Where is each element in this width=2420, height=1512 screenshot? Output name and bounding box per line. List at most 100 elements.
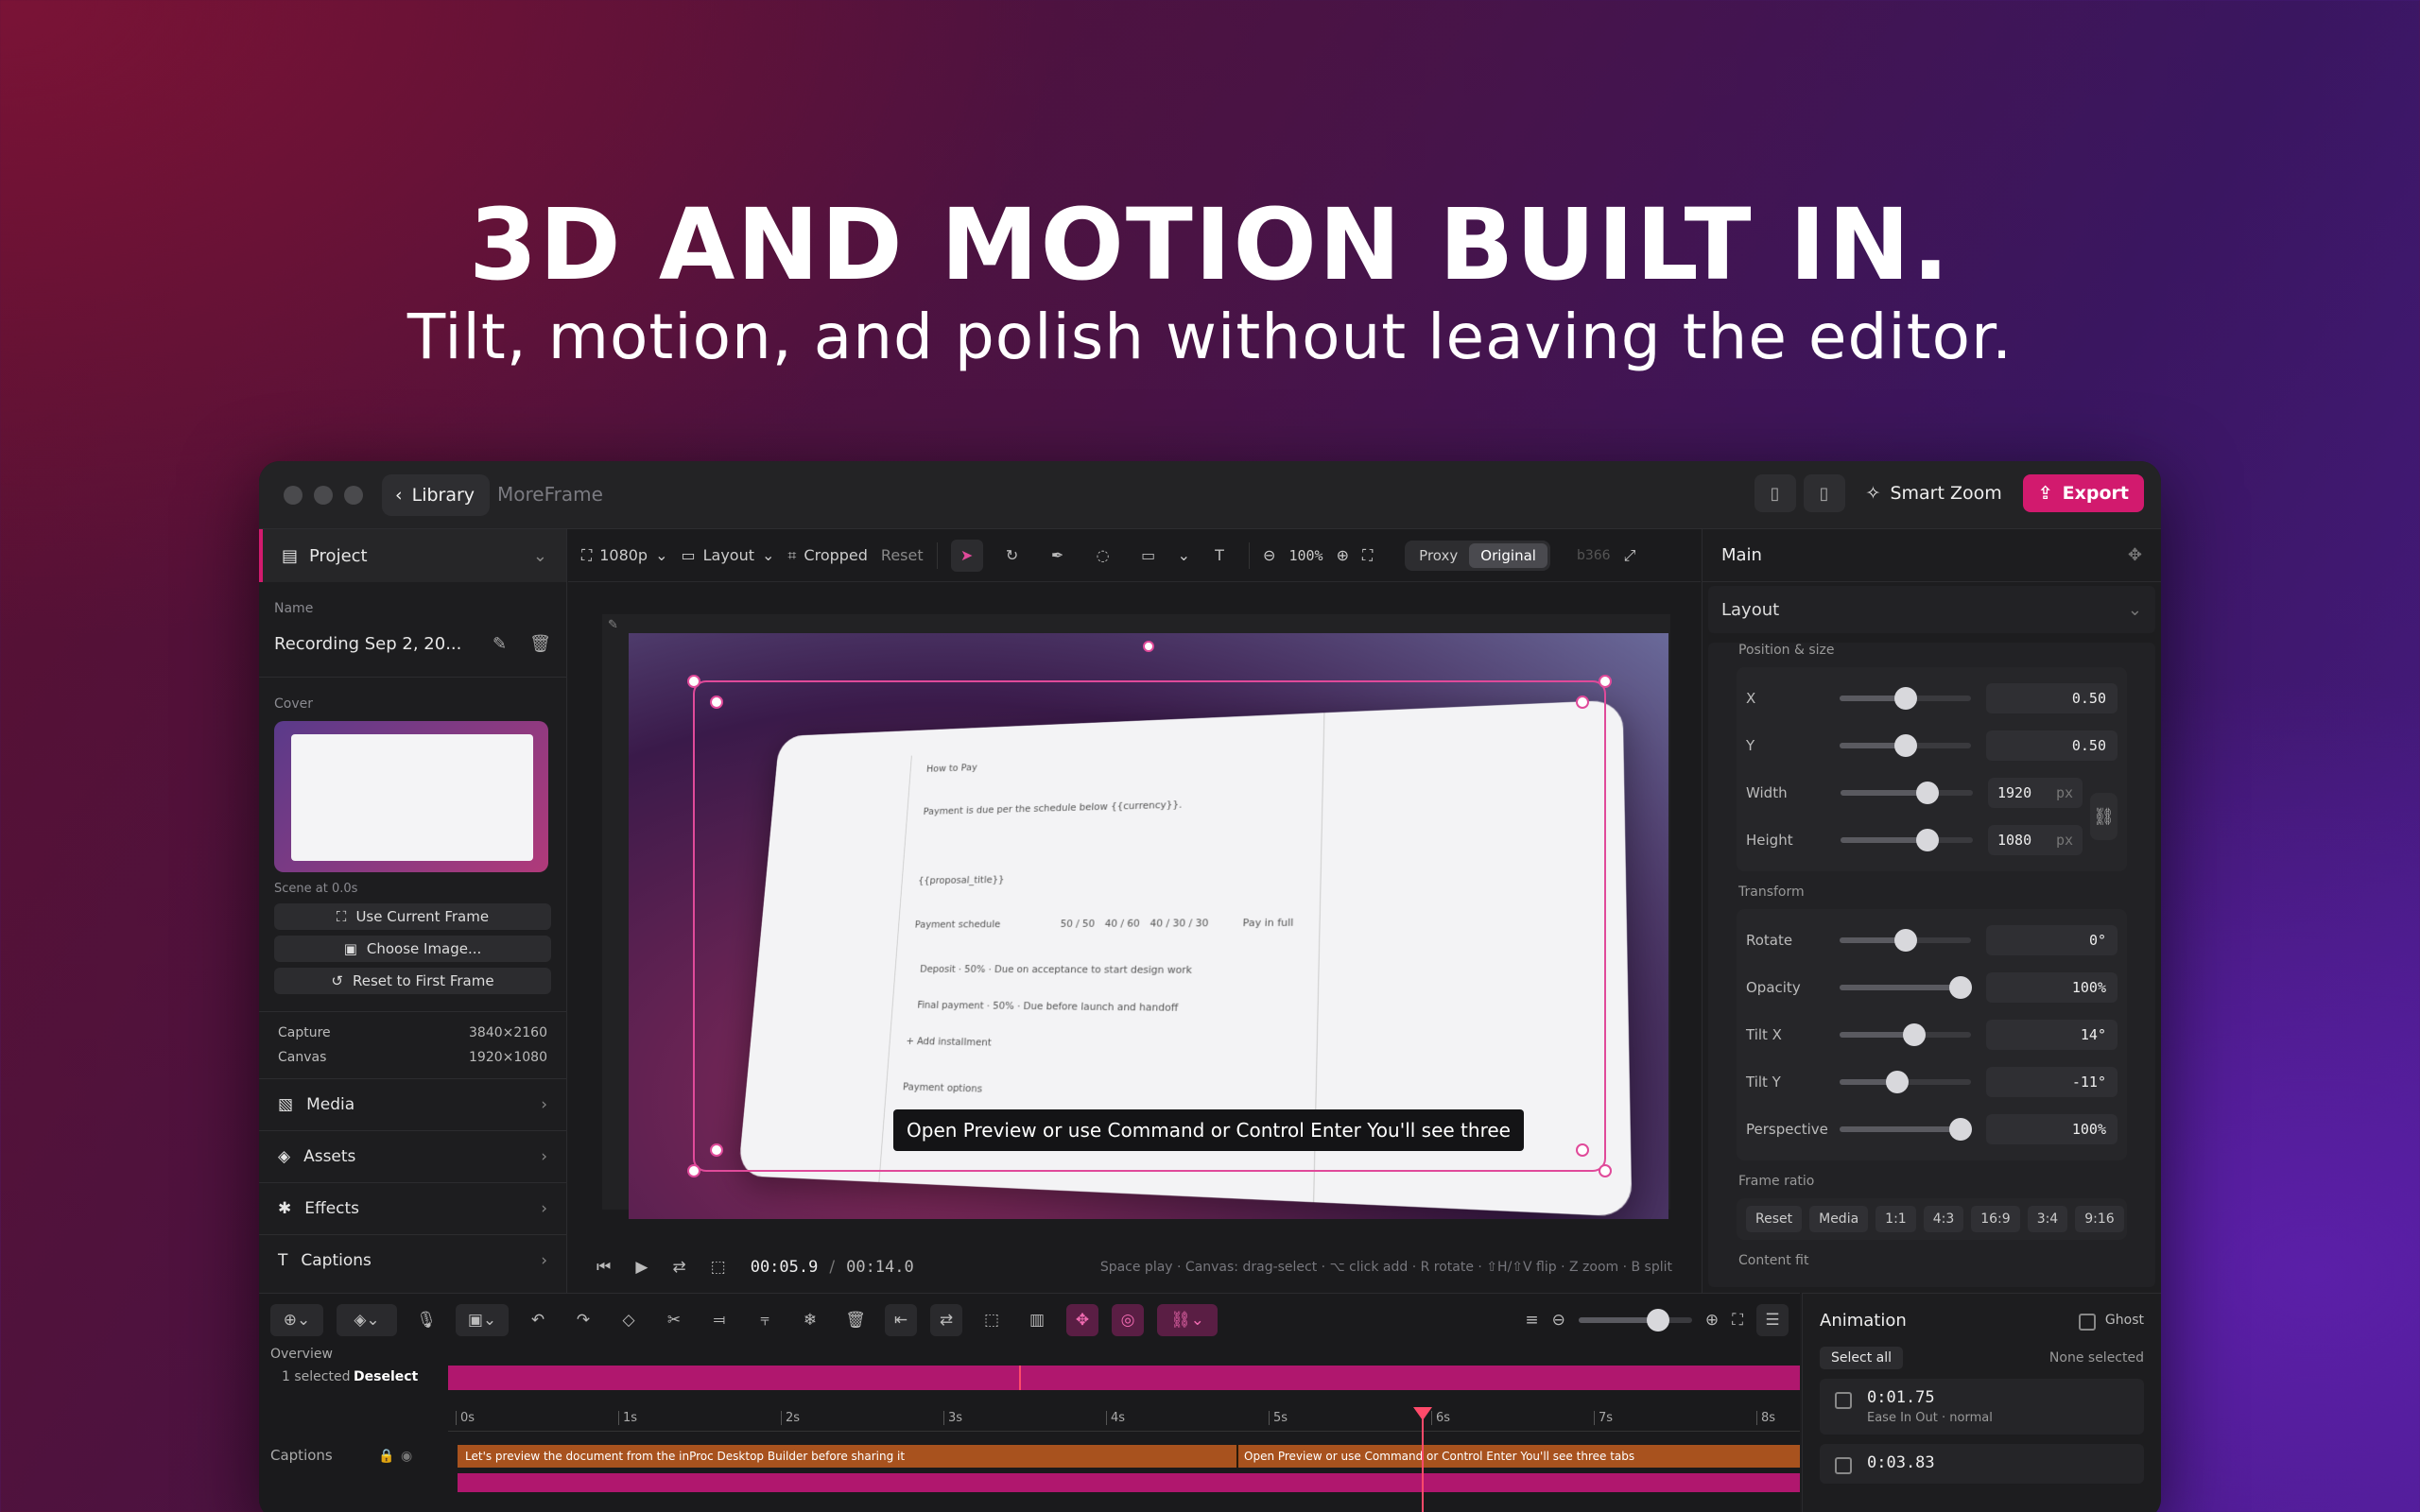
- record-audio-button[interactable]: 🎙: [410, 1304, 442, 1336]
- zoom-in-icon[interactable]: ⊕: [1337, 546, 1349, 564]
- keyframe-checkbox[interactable]: [1835, 1457, 1852, 1474]
- columns-button[interactable]: ▥: [1021, 1304, 1053, 1336]
- layout-dropdown[interactable]: ▭ Layout ⌄: [681, 546, 774, 564]
- ratio-3-4-button[interactable]: 3:4: [2028, 1206, 2068, 1232]
- corner-radius-handle[interactable]: [1576, 1143, 1589, 1157]
- layers-dropdown[interactable]: ◈⌄: [337, 1304, 397, 1336]
- resolution-dropdown[interactable]: ⛶ 1080p ⌄: [581, 546, 667, 565]
- eye-icon[interactable]: ◉: [401, 1449, 412, 1464]
- undo-button[interactable]: ↶: [522, 1304, 554, 1336]
- marker-dropdown[interactable]: ▣⌄: [456, 1304, 509, 1336]
- close-window-button[interactable]: [284, 486, 302, 505]
- play-icon[interactable]: ▶: [635, 1258, 648, 1277]
- text-tool-button[interactable]: T: [1203, 540, 1236, 572]
- zoom-in-icon[interactable]: ⊕: [1705, 1311, 1719, 1330]
- keyframe-item[interactable]: 0:01.75 Ease In Out · normal: [1820, 1379, 2144, 1435]
- reset-crop-button[interactable]: Reset: [881, 546, 924, 564]
- rotate-slider[interactable]: [1840, 937, 1971, 943]
- smart-zoom-button[interactable]: ✧ Smart Zoom: [1853, 474, 2015, 512]
- project-section-header[interactable]: ▤ Project ⌄: [259, 529, 566, 582]
- y-slider[interactable]: [1840, 743, 1971, 748]
- toggle-list-button[interactable]: ☰: [1756, 1304, 1789, 1336]
- y-input[interactable]: 0.50: [1986, 730, 2118, 761]
- caption-clip-2[interactable]: Open Preview or use Command or Control E…: [1244, 1450, 1634, 1463]
- selection-icon[interactable]: ⬚: [711, 1258, 726, 1277]
- ratio-reset-button[interactable]: Reset: [1746, 1206, 1802, 1232]
- timeline-zoom-slider[interactable]: [1579, 1317, 1692, 1323]
- ratio-4-3-button[interactable]: 4:3: [1924, 1206, 1964, 1232]
- height-slider[interactable]: [1841, 837, 1973, 843]
- chevron-down-icon[interactable]: ⌄: [1178, 546, 1190, 564]
- split-button[interactable]: ✂: [658, 1304, 690, 1336]
- zoom-out-icon[interactable]: ⊖: [1552, 1311, 1565, 1330]
- jump-start-button[interactable]: ⇤: [885, 1304, 917, 1336]
- pencil-icon[interactable]: ✎: [493, 634, 507, 654]
- x-slider[interactable]: [1840, 696, 1971, 701]
- move-icon[interactable]: ✥: [2128, 545, 2142, 565]
- toggle-left-sidebar-button[interactable]: ▯: [1754, 474, 1796, 512]
- minimize-window-button[interactable]: [314, 486, 333, 505]
- tilt-y-input[interactable]: -11°: [1986, 1067, 2118, 1097]
- fullscreen-icon[interactable]: ⤢: [1624, 546, 1636, 565]
- effects-section[interactable]: ✱ Effects ›: [259, 1182, 566, 1234]
- video-track[interactable]: [458, 1473, 1800, 1492]
- selection-frame[interactable]: [693, 680, 1606, 1172]
- keyframe-button[interactable]: ◇: [613, 1304, 645, 1336]
- perspective-slider[interactable]: [1840, 1126, 1971, 1132]
- zoom-dropdown[interactable]: ⊕⌄: [270, 1304, 323, 1336]
- crop-button[interactable]: ⌗ Cropped: [787, 546, 868, 565]
- pointer-tool-button[interactable]: ➤: [951, 540, 983, 572]
- x-input[interactable]: 0.50: [1986, 683, 2118, 713]
- deselect-button[interactable]: Deselect: [354, 1369, 418, 1384]
- resize-handle[interactable]: [1599, 1164, 1612, 1177]
- playhead[interactable]: [1422, 1407, 1424, 1512]
- reset-first-frame-button[interactable]: ↺ Reset to First Frame: [274, 968, 551, 994]
- select-all-button[interactable]: Select all: [1820, 1347, 1903, 1369]
- lock-icon[interactable]: 🔒: [378, 1449, 394, 1464]
- opacity-input[interactable]: 100%: [1986, 972, 2118, 1003]
- layout-section-header[interactable]: Layout ⌄: [1708, 586, 2155, 633]
- tilt-x-input[interactable]: 14°: [1986, 1020, 2118, 1050]
- original-option[interactable]: Original: [1469, 543, 1547, 568]
- keyframe-checkbox[interactable]: [1835, 1392, 1852, 1409]
- width-input[interactable]: 1920 px: [1988, 778, 2083, 808]
- caption-overlay[interactable]: Open Preview or use Command or Control E…: [893, 1109, 1524, 1151]
- ratio-16-9-button[interactable]: 16:9: [1971, 1206, 2019, 1232]
- shape-tool-button[interactable]: ▭: [1132, 540, 1165, 572]
- ghost-checkbox[interactable]: [2079, 1314, 2096, 1331]
- aspect-lock-button[interactable]: ⛓: [2090, 793, 2118, 840]
- overview-track[interactable]: [448, 1366, 1800, 1390]
- rotate-handle[interactable]: [1143, 641, 1154, 652]
- trash-icon[interactable]: 🗑: [529, 634, 551, 654]
- preview-canvas[interactable]: How to Pay Payment is due per the schedu…: [629, 633, 1668, 1219]
- rotate-input[interactable]: 0°: [1986, 925, 2118, 955]
- link-dropdown[interactable]: ⛓⌄: [1157, 1304, 1218, 1336]
- selection-button[interactable]: ⬚: [976, 1304, 1008, 1336]
- captions-section[interactable]: T Captions ›: [259, 1234, 566, 1286]
- project-name-value[interactable]: Recording Sep 2, 20...: [274, 634, 461, 654]
- tilt-y-slider[interactable]: [1840, 1079, 1971, 1085]
- align-button[interactable]: ⫤: [703, 1304, 735, 1336]
- fit-icon[interactable]: ⛶: [1362, 546, 1373, 565]
- zoom-window-button[interactable]: [344, 486, 363, 505]
- stack-button[interactable]: ⫧: [749, 1304, 781, 1336]
- export-button[interactable]: ⇪ Export: [2023, 474, 2144, 512]
- loop-icon[interactable]: ⇄: [672, 1258, 685, 1277]
- resize-handle[interactable]: [687, 675, 700, 688]
- ratio-9-16-button[interactable]: 9:16: [2075, 1206, 2123, 1232]
- magnet-button[interactable]: ◎: [1112, 1304, 1144, 1336]
- opacity-slider[interactable]: [1840, 985, 1971, 990]
- corner-radius-handle[interactable]: [710, 1143, 723, 1157]
- library-back-button[interactable]: ‹ Library: [382, 474, 490, 516]
- resize-handle[interactable]: [1599, 675, 1612, 688]
- tilt-x-slider[interactable]: [1840, 1032, 1971, 1038]
- width-slider[interactable]: [1841, 790, 1973, 796]
- list-icon[interactable]: ≡: [1525, 1311, 1538, 1330]
- hide-tool-button[interactable]: ◌: [1087, 540, 1119, 572]
- height-input[interactable]: 1080 px: [1988, 825, 2083, 855]
- loop-toggle-button[interactable]: ⇄: [930, 1304, 962, 1336]
- freeze-button[interactable]: ❄: [794, 1304, 826, 1336]
- time-ruler[interactable]: 0s 1s 2s 3s 4s 5s 6s 7s 8s: [448, 1409, 1800, 1432]
- snap-button[interactable]: ✥: [1066, 1304, 1098, 1336]
- keyframe-item[interactable]: 0:03.83: [1820, 1444, 2144, 1484]
